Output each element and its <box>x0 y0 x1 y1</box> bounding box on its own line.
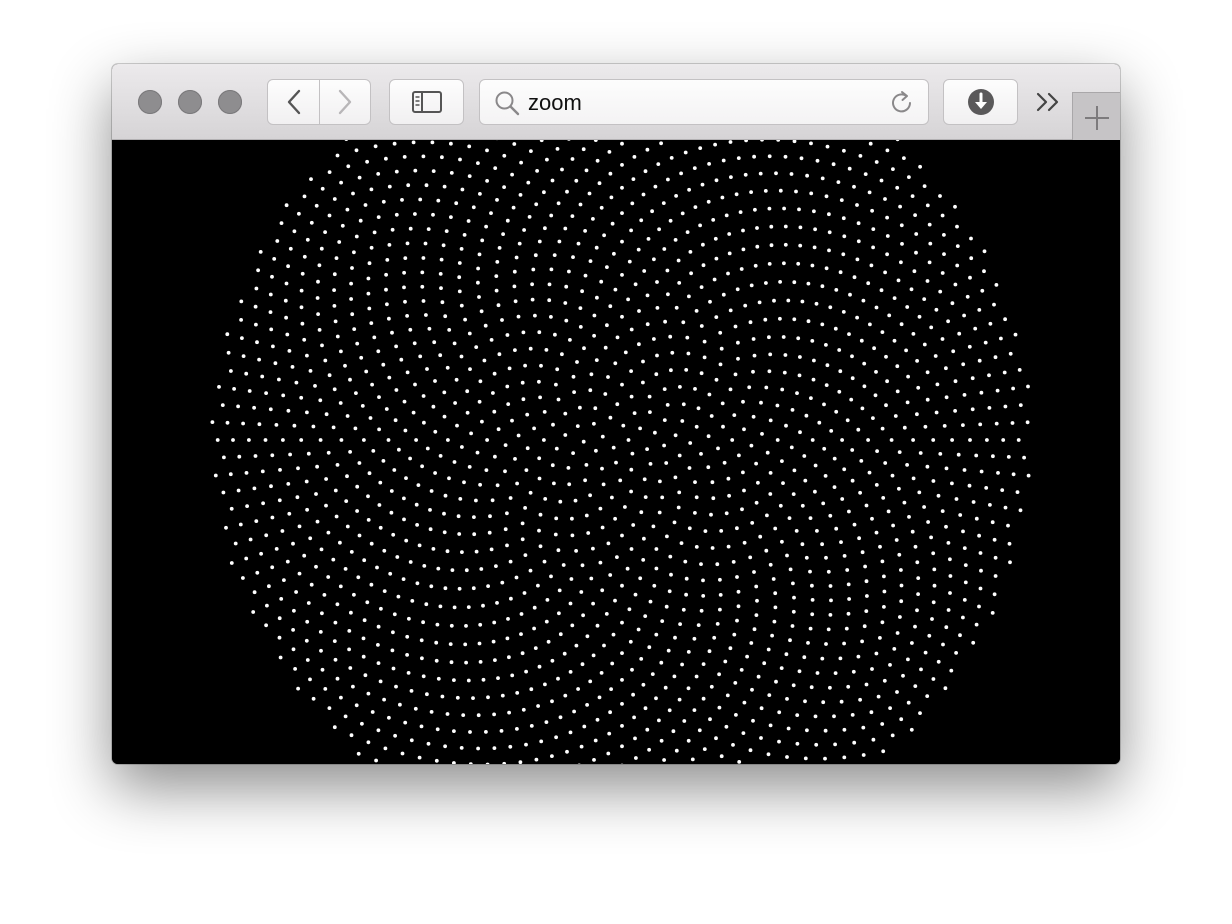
download-icon <box>967 89 994 115</box>
sidebar-icon <box>411 91 442 113</box>
phyllotaxis-dot-pattern <box>210 134 1031 764</box>
downloads-button[interactable] <box>943 79 1018 125</box>
plus-icon <box>1085 106 1109 130</box>
browser-toolbar: zoom <box>112 64 1120 140</box>
forward-button[interactable] <box>320 79 371 125</box>
double-chevron-right-icon <box>1036 92 1059 112</box>
zoom-window-button[interactable] <box>218 90 242 114</box>
chevron-left-icon <box>287 89 300 115</box>
search-address-bar[interactable]: zoom <box>479 79 929 125</box>
web-content[interactable] <box>112 134 1120 764</box>
browser-window: zoom <box>112 64 1120 764</box>
close-window-button[interactable] <box>138 90 162 114</box>
sidebar-button[interactable] <box>389 79 464 125</box>
new-tab-button[interactable] <box>1072 92 1120 140</box>
chevron-right-icon <box>338 89 352 115</box>
magnifier-icon <box>495 91 520 116</box>
reload-icon[interactable] <box>888 89 916 117</box>
toolbar-overflow-button[interactable] <box>1034 88 1064 116</box>
minimize-window-button[interactable] <box>178 90 202 114</box>
search-query[interactable]: zoom <box>528 90 582 116</box>
back-button[interactable] <box>267 79 320 125</box>
